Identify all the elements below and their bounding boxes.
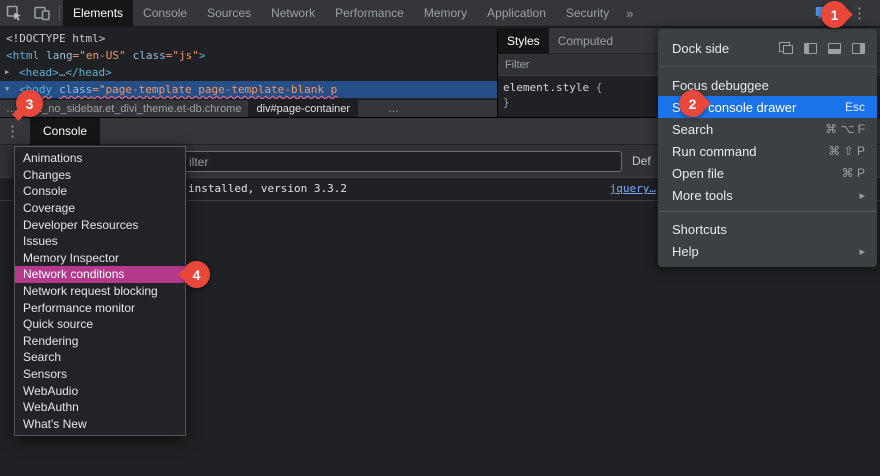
dock-icons-group — [779, 42, 865, 54]
tab-memory[interactable]: Memory — [414, 0, 477, 26]
drawer-menu-item-memory-inspector[interactable]: Memory Inspector — [15, 250, 185, 267]
tab-styles[interactable]: Styles — [498, 27, 549, 54]
device-toolbar-icon[interactable] — [28, 0, 56, 26]
dom-node-doctype[interactable]: <!DOCTYPE html> — [0, 30, 497, 47]
drawer-menu-kebab-icon[interactable]: ⋮ — [0, 122, 25, 140]
devtools-window: Elements Console Sources Network Perform… — [0, 0, 880, 476]
console-levels-dropdown[interactable]: Def — [632, 154, 651, 168]
drawer-panel-menu: Animations Changes Console Coverage Deve… — [14, 146, 186, 437]
drawer-menu-item-rendering[interactable]: Rendering — [15, 333, 185, 350]
console-source-link[interactable]: jquery… — [610, 182, 656, 195]
drawer-menu-item-console[interactable]: Console — [15, 183, 185, 200]
drawer-menu-item-animations[interactable]: Animations — [15, 150, 185, 167]
menu-separator — [658, 206, 877, 218]
callout-step-1: 1 — [821, 1, 848, 28]
dock-left-icon[interactable] — [804, 42, 817, 54]
toolbar-divider — [59, 5, 60, 21]
console-message-text: installed, version 3.3.2 — [188, 182, 347, 195]
drawer-menu-item-changes[interactable]: Changes — [15, 167, 185, 184]
expand-arrow-icon[interactable]: ▶ — [5, 64, 9, 81]
tab-computed[interactable]: Computed — [549, 28, 622, 54]
dom-node-body-selected[interactable]: ▼ <body class="page-template page-template… — [0, 81, 497, 98]
devtools-main-menu: Dock side Focus debuggee Show console dr… — [658, 29, 877, 267]
dock-right-icon[interactable] — [852, 42, 865, 54]
drawer-menu-item-quick-source[interactable]: Quick source — [15, 316, 185, 333]
tab-console[interactable]: Console — [133, 0, 197, 26]
shortcut-search: ⌘ ⌥ F — [825, 122, 865, 136]
tab-sources[interactable]: Sources — [197, 0, 261, 26]
elements-panel: <!DOCTYPE html> <html lang="en-US" class="… — [0, 28, 497, 99]
shortcut-run-command: ⌘ ⇧ P — [828, 144, 865, 158]
drawer-menu-item-network-request-blocking[interactable]: Network request blocking — [15, 283, 185, 300]
callout-step-3: 3 — [16, 90, 43, 117]
tab-network[interactable]: Network — [261, 0, 325, 26]
tab-performance[interactable]: Performance — [325, 0, 414, 26]
menu-item-run-command[interactable]: Run command ⌘ ⇧ P — [658, 140, 877, 162]
breadcrumb: … ll.et_no_sidebar.et_divi_theme.et-db.c… — [0, 99, 497, 117]
drawer-menu-item-webauthn[interactable]: WebAuthn — [15, 399, 185, 416]
shortcut-esc: Esc — [844, 100, 865, 114]
menu-item-search[interactable]: Search ⌘ ⌥ F — [658, 118, 877, 140]
console-filter-input[interactable]: ilter — [170, 151, 622, 172]
breadcrumb-selected-node[interactable]: div#page-container — [248, 100, 359, 117]
menu-item-more-tools[interactable]: More tools ▸ — [658, 184, 877, 206]
tab-security[interactable]: Security — [556, 0, 619, 26]
dom-node-head[interactable]: ▶ <head>…</head> — [0, 64, 497, 81]
menu-separator — [658, 59, 877, 74]
callout-step-4: 4 — [183, 261, 210, 288]
drawer-tab-console[interactable]: Console — [30, 117, 101, 145]
drawer-menu-item-issues[interactable]: Issues — [15, 233, 185, 250]
tab-application[interactable]: Application — [477, 0, 556, 26]
dom-node-html[interactable]: <html lang="en-US" class="js"> — [0, 47, 497, 64]
drawer-menu-item-network-conditions[interactable]: Network conditions — [15, 266, 185, 283]
collapse-arrow-icon[interactable]: ▼ — [5, 81, 9, 98]
submenu-arrow-icon: ▸ — [859, 245, 865, 258]
drawer-menu-item-sensors[interactable]: WebAudio — [15, 382, 185, 399]
drawer-menu-item-coverage[interactable]: Coverage — [15, 200, 185, 217]
drawer-menu-item-webaudio[interactable]: Sensors — [15, 366, 185, 383]
drawer-menu-item-whats-new[interactable]: What's New — [15, 416, 185, 433]
dock-bottom-icon[interactable] — [828, 42, 841, 54]
inspect-icon[interactable] — [0, 0, 28, 26]
menu-item-open-file[interactable]: Open file ⌘ P — [658, 162, 877, 184]
tab-elements[interactable]: Elements — [63, 0, 134, 26]
callout-step-2: 2 — [679, 90, 706, 117]
breadcrumb-overflow-right[interactable]: … — [382, 103, 405, 115]
menu-item-dock-side: Dock side — [658, 37, 877, 59]
menu-item-help[interactable]: Help ▸ — [658, 240, 877, 262]
menu-item-shortcuts[interactable]: Shortcuts — [658, 218, 877, 240]
shortcut-open-file: ⌘ P — [841, 166, 865, 180]
submenu-arrow-icon: ▸ — [859, 189, 865, 202]
drawer-menu-item-developer-resources[interactable]: Developer Resources — [15, 216, 185, 233]
drawer-menu-item-search[interactable]: Search — [15, 349, 185, 366]
devtools-main-toolbar: Elements Console Sources Network Perform… — [0, 0, 880, 27]
more-panels-chevron-icon[interactable]: » — [619, 6, 640, 21]
drawer-menu-item-performance-monitor[interactable]: Performance monitor — [15, 299, 185, 316]
breadcrumb-parent-node[interactable]: ll.et_no_sidebar.et_divi_theme.et-db.chr… — [23, 103, 243, 115]
undock-icon[interactable] — [779, 42, 793, 54]
